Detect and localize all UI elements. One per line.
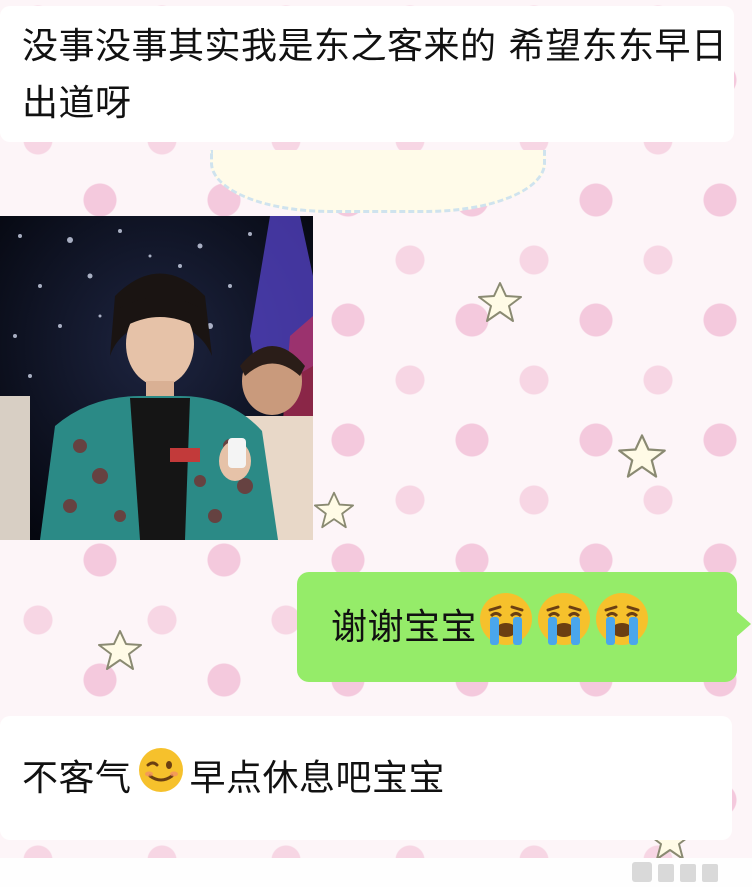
watermark-logo	[632, 862, 718, 882]
message-text: 谢谢宝宝	[331, 606, 478, 648]
wallpaper-cloud-decoration	[210, 150, 546, 213]
star-icon	[314, 491, 355, 529]
star-icon	[478, 282, 522, 322]
star-icon	[618, 434, 666, 478]
message-text: 早点休息吧宝宝	[189, 757, 446, 799]
loudly-crying-face-icon	[535, 590, 593, 665]
message-image[interactable]	[0, 216, 313, 540]
winking-face-icon	[136, 745, 186, 812]
message-text: 不客气	[22, 757, 132, 799]
message-text: 没事没事其实我是东之客来的 希望东东早日出道呀	[22, 26, 728, 124]
photo-illustration	[0, 216, 313, 540]
bubble-tail	[735, 610, 751, 638]
loudly-crying-face-icon	[593, 590, 651, 665]
star-icon	[98, 630, 142, 670]
loudly-crying-face-icon	[477, 590, 535, 665]
incoming-message-bubble[interactable]: 没事没事其实我是东之客来的 希望东东早日出道呀	[0, 6, 734, 142]
incoming-message-bubble[interactable]: 不客气 早点休息吧宝宝	[0, 716, 732, 840]
outgoing-message-bubble[interactable]: 谢谢宝宝	[297, 572, 751, 682]
